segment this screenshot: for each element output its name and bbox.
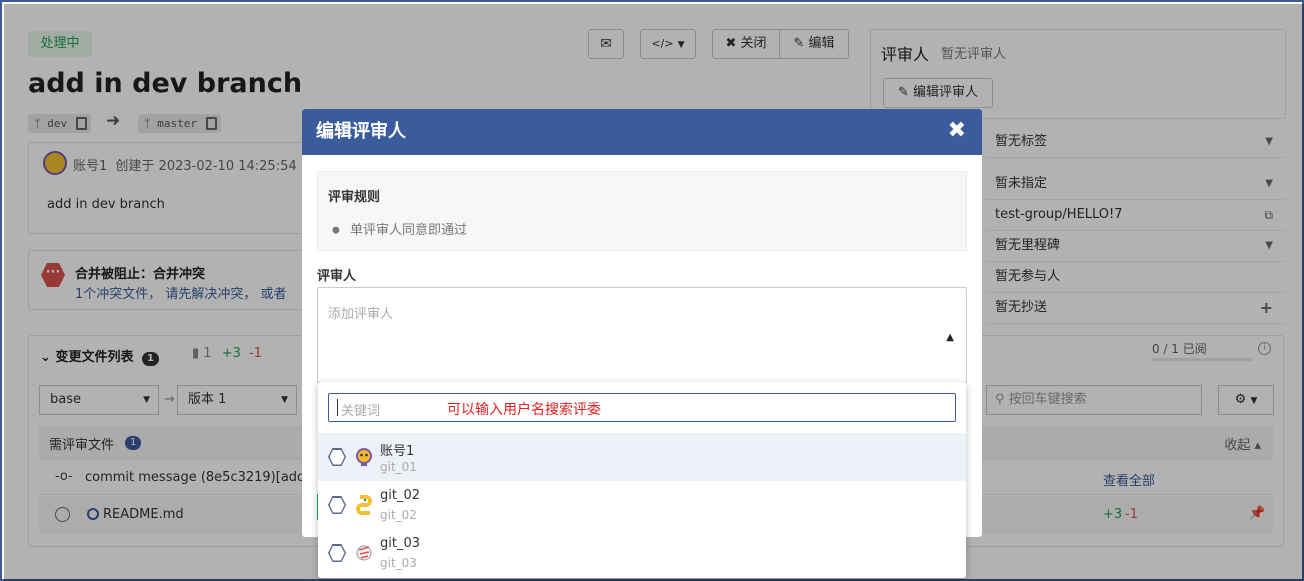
avatar [354,447,374,467]
reviewer-dropdown: 关键词 可以输入用户名搜索评委 账号1 git_01 git_02 git_02… [318,382,966,578]
radio-button[interactable] [328,448,346,466]
close-icon[interactable]: ✖ [948,119,966,143]
avatar [354,543,374,563]
search-hint: 可以输入用户名搜索评委 [447,402,601,418]
rule-item: ● 单评审人同意即通过 [332,223,468,238]
user-option[interactable]: 账号1 git_01 [318,433,966,481]
avatar [354,495,374,515]
modal-header: 编辑评审人 [302,109,982,155]
page: 处理中 add in dev branch ᛘ dev ➜ ᛘ master ✉… [0,0,1304,581]
user-option[interactable]: git_02 git_02 [318,481,966,529]
radio-button[interactable] [328,544,346,562]
rules-title: 评审规则 [328,190,381,205]
keyword-search-input[interactable]: 关键词 可以输入用户名搜索评委 [328,393,956,422]
review-rules-box: 评审规则 ● 单评审人同意即通过 [317,171,967,251]
user-id: git_03 [380,556,417,570]
modal-title: 编辑评审人 [316,121,406,142]
reviewer-select[interactable]: 添加评审人 ▲ [317,287,967,383]
text-cursor [337,399,338,416]
user-option[interactable]: git_03 git_03 [318,529,966,577]
user-id: git_01 [380,460,417,474]
keyword-placeholder: 关键词 [341,404,381,419]
reviewer-field-label: 评审人 [317,269,357,284]
caret-up-icon[interactable]: ▲ [946,332,954,343]
user-name: 账号1 [380,444,415,459]
radio-button[interactable] [328,496,346,514]
user-name: git_02 [380,488,421,503]
reviewer-placeholder: 添加评审人 [328,307,394,322]
user-name: git_03 [380,536,421,551]
user-id: git_02 [380,508,417,522]
